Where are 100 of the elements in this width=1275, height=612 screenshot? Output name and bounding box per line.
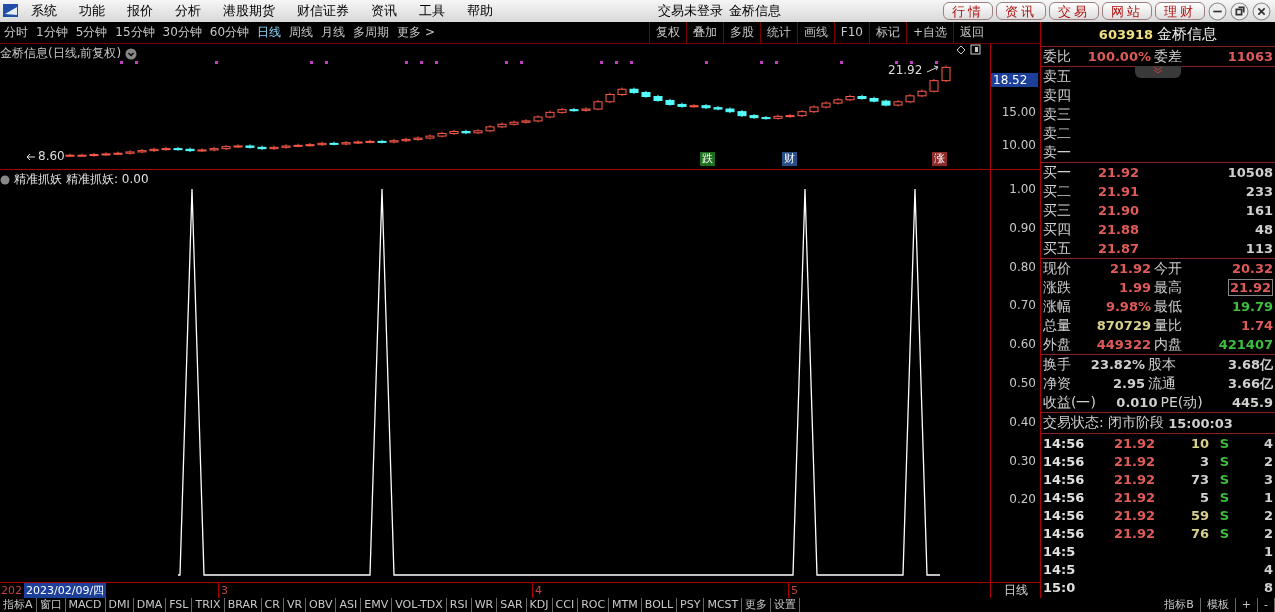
chart-tool-button[interactable]: 叠加: [685, 22, 723, 43]
trade-time: 14:5: [1043, 543, 1077, 559]
indicator-tab[interactable]: OBV: [306, 598, 337, 612]
candlestick: [689, 103, 699, 109]
period-tab[interactable]: 更多 >: [393, 22, 439, 43]
period-tab[interactable]: 分时: [0, 22, 32, 43]
indicator-tab[interactable]: CCI: [552, 598, 579, 612]
trade-count: 8: [1262, 579, 1273, 595]
menu-item[interactable]: 帮助: [456, 2, 504, 20]
bid-volume: 10508: [1226, 165, 1273, 180]
restore-icon[interactable]: [1230, 1, 1249, 21]
period-tab[interactable]: 日线: [253, 22, 286, 43]
toolbar-button[interactable]: 网站: [1102, 2, 1152, 20]
candlestick: [401, 137, 411, 143]
chevron-down-icon: [1153, 66, 1163, 74]
indicator-tab[interactable]: WR: [471, 598, 498, 612]
chart-tool-button[interactable]: +自选: [905, 22, 953, 43]
chart-tool-button[interactable]: F10: [833, 22, 869, 43]
stock-name: 金桥信息: [1157, 24, 1218, 44]
trade-price: 21.92: [1112, 435, 1155, 451]
indicator-tab[interactable]: 设置: [771, 598, 801, 612]
trade-side: S: [1218, 435, 1229, 451]
candlestick: [281, 143, 291, 150]
period-tab[interactable]: 30分钟: [158, 22, 206, 43]
toolbar-button[interactable]: 资讯: [996, 2, 1046, 20]
indicator-tab[interactable]: VR: [283, 598, 307, 612]
menu-item[interactable]: 功能: [68, 2, 116, 20]
menu-item[interactable]: 港股期货: [212, 2, 286, 20]
trade-price: 21.92: [1112, 471, 1155, 487]
indicator-tab[interactable]: RSI: [446, 598, 472, 612]
chart-tool-button[interactable]: 多股: [722, 22, 760, 43]
toolbar-button[interactable]: 交易: [1049, 2, 1099, 20]
candlestick: [245, 143, 255, 150]
indicator-tab[interactable]: MCST: [704, 598, 743, 612]
candlestick: [701, 103, 711, 110]
indicator-tab[interactable]: DMA: [133, 598, 167, 612]
trade-time: 14:56: [1043, 471, 1086, 487]
chart-tool-button[interactable]: 标记: [868, 22, 906, 43]
indicator-tab[interactable]: BRAR: [224, 598, 262, 612]
indicator-tab[interactable]: MTM: [609, 598, 642, 612]
indicator-tab[interactable]: +: [1235, 598, 1258, 612]
menu-item[interactable]: 系统: [20, 2, 68, 20]
period-tab[interactable]: 60分钟: [205, 22, 254, 43]
indicator-tab[interactable]: 指标B: [1158, 598, 1201, 612]
menu-item[interactable]: 财信证券: [286, 2, 360, 20]
period-tab[interactable]: 15分钟: [111, 22, 159, 43]
trade-count: 2: [1262, 453, 1273, 469]
chart-tool-button[interactable]: 画线: [796, 22, 834, 43]
chart-tool-button[interactable]: 复权: [648, 22, 686, 43]
period-tab[interactable]: 1分钟: [32, 22, 72, 43]
candlestick: [185, 147, 195, 153]
indicator-tab[interactable]: BOLL: [641, 598, 678, 612]
candlestick: [881, 98, 891, 107]
menu-item[interactable]: 分析: [164, 2, 212, 20]
app-logo-icon[interactable]: [2, 2, 20, 20]
candlestick: [569, 107, 579, 113]
chart-tool-button[interactable]: 返回: [953, 22, 990, 43]
toolbar-button[interactable]: 行情: [943, 2, 993, 20]
trade-side: S: [1218, 507, 1229, 523]
menu-item[interactable]: 报价: [116, 2, 164, 20]
indicator-tab[interactable]: EMV: [361, 598, 393, 612]
candlestick: [641, 90, 651, 99]
indicator-tab[interactable]: 更多: [742, 598, 772, 612]
indicator-tab[interactable]: ROC: [578, 598, 610, 612]
chart-tool-button[interactable]: 统计: [759, 22, 797, 43]
menu-item[interactable]: 资讯: [360, 2, 408, 20]
close-icon[interactable]: [1252, 1, 1271, 21]
indicator-tab[interactable]: ASI: [336, 598, 362, 612]
indicator-tab[interactable]: -: [1258, 598, 1275, 612]
dropdown-icon[interactable]: [0, 174, 10, 185]
candlestick: [797, 109, 807, 118]
status-time: 15:00:03: [1168, 415, 1233, 431]
indicator-tab[interactable]: KDJ: [526, 598, 553, 612]
collapse-handle[interactable]: [1135, 66, 1181, 78]
indicator-tab[interactable]: DMI: [105, 598, 134, 612]
dropdown-icon[interactable]: [125, 47, 138, 60]
period-tab[interactable]: 月线: [317, 22, 350, 43]
candlestick: [113, 151, 123, 156]
period-tab[interactable]: 周线: [285, 22, 318, 43]
indicator-tab[interactable]: VOL-TDX: [392, 598, 447, 612]
candlestick: [65, 153, 75, 158]
candlestick: [89, 152, 99, 158]
indicator-tab[interactable]: 指标A: [0, 598, 37, 612]
indicator-tab[interactable]: 窗口: [36, 598, 66, 612]
indicator-tab[interactable]: FSL: [166, 598, 193, 612]
menu-item[interactable]: 工具: [408, 2, 456, 20]
indicator-tab[interactable]: PSY: [677, 598, 705, 612]
period-tab[interactable]: 多周期: [349, 22, 394, 43]
minimize-icon[interactable]: [1208, 1, 1227, 21]
trade-time: 14:56: [1043, 507, 1086, 523]
candlestick: [197, 147, 207, 153]
toolbar-button[interactable]: 理财: [1155, 2, 1205, 20]
indicator-tab[interactable]: MACD: [65, 598, 106, 612]
candlestick: [161, 146, 171, 152]
indicator-tab[interactable]: CR: [261, 598, 284, 612]
indicator-tab[interactable]: 模板: [1200, 598, 1236, 612]
period-tab[interactable]: 5分钟: [71, 22, 112, 43]
indicator-tab[interactable]: SAR: [497, 598, 527, 612]
indicator-tab[interactable]: TRIX: [192, 598, 225, 612]
candlestick: [365, 139, 375, 144]
